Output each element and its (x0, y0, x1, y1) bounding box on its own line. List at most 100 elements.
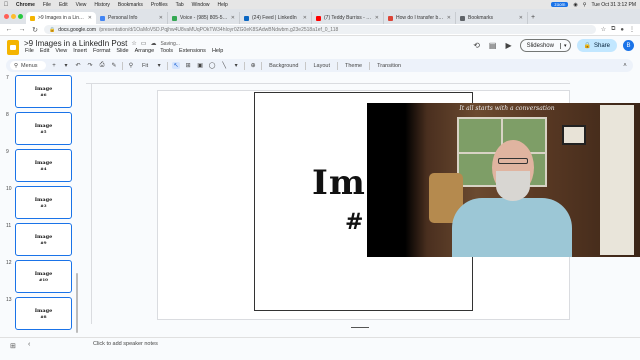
slide-thumbnail-item[interactable]: 12 Image #10 (0, 260, 82, 293)
slides-logo-icon[interactable] (7, 40, 19, 55)
mac-menu-file[interactable]: File (39, 2, 55, 8)
chevron-up-icon[interactable]: ˄ (621, 63, 629, 69)
chevron-down-icon[interactable]: ▾ (155, 62, 163, 69)
close-tab-icon[interactable]: ✕ (447, 15, 451, 21)
grid-view-icon[interactable]: ⊞ (10, 342, 16, 350)
close-tab-icon[interactable]: ✕ (519, 15, 523, 21)
browser-tab[interactable]: Bookmarks ✕ (456, 12, 528, 24)
menu-file[interactable]: File (22, 48, 37, 54)
slide-thumbnail-item[interactable]: 7 Image #6 (0, 75, 82, 108)
filmstrip-scrollbar[interactable] (76, 273, 78, 333)
star-icon[interactable]: ☆ (131, 40, 136, 47)
search-icon[interactable]: ⚲ (583, 2, 587, 8)
clock[interactable]: Tue Oct 31 3:12 PM (591, 2, 636, 8)
browser-tab[interactable]: Personal Info ✕ (96, 12, 168, 24)
close-tab-icon[interactable]: ✕ (303, 15, 307, 21)
chevron-down-icon[interactable]: ▾ (232, 62, 240, 69)
select-cursor-icon[interactable]: ↖ (172, 62, 181, 69)
slide-thumbnail[interactable]: Image #6 (15, 75, 72, 108)
meet-video-icon[interactable]: ▶ (504, 41, 514, 50)
apple-icon[interactable]:  (0, 2, 12, 8)
redo-icon[interactable]: ↷ (86, 62, 94, 69)
mac-menu-history[interactable]: History (90, 2, 114, 8)
mac-menu-tab[interactable]: Tab (172, 2, 188, 8)
mac-menu-window[interactable]: Window (188, 2, 214, 8)
undo-icon[interactable]: ↶ (74, 62, 82, 69)
browser-tab[interactable]: >9 Images in a LinkedIn P ✕ (26, 12, 96, 24)
comments-icon[interactable]: ▤ (488, 41, 498, 50)
maximize-window-icon[interactable] (18, 14, 23, 19)
browser-tab[interactable]: How do I transfer bookm ✕ (384, 12, 456, 24)
forward-icon[interactable]: → (18, 26, 26, 33)
back-icon[interactable]: ← (5, 26, 13, 33)
menu-format[interactable]: Format (90, 48, 113, 54)
menu-help[interactable]: Help (209, 48, 226, 54)
theme-button[interactable]: Theme (342, 63, 365, 69)
mac-menu-edit[interactable]: Edit (55, 2, 72, 8)
close-tab-icon[interactable]: ✕ (159, 15, 163, 21)
slide-thumbnail-item[interactable]: 13 Image #8 (0, 297, 82, 330)
profile-icon[interactable]: ● (620, 27, 624, 33)
browser-tab[interactable]: (7) Teddy Burriss - YouTu ✕ (312, 12, 384, 24)
menu-extensions[interactable]: Extensions (176, 48, 209, 54)
mac-menu-view[interactable]: View (72, 2, 91, 8)
transition-button[interactable]: Transition (374, 63, 404, 69)
browser-tab[interactable]: Voice - (985) 805-5389 ✕ (168, 12, 240, 24)
close-tab-icon[interactable]: ✕ (231, 15, 235, 21)
paint-format-icon[interactable]: ✎ (110, 62, 118, 69)
more-menu-icon[interactable]: ⋮ (629, 26, 635, 33)
slideshow-button[interactable]: Slideshow ▾ (519, 39, 571, 52)
wifi-icon[interactable]: ◉ (573, 2, 577, 8)
close-tab-icon[interactable]: ✕ (88, 15, 92, 21)
slide-subtitle-text[interactable]: # (345, 209, 363, 235)
close-tab-icon[interactable]: ✕ (375, 15, 379, 21)
image-icon[interactable]: ▣ (196, 62, 204, 69)
doc-title[interactable]: >9 Images in a LinkedIn Post (24, 39, 127, 48)
text-box-icon[interactable]: ⊞ (184, 62, 192, 69)
speaker-notes-input[interactable]: Click to add speaker notes (93, 341, 158, 347)
slide-thumbnail[interactable]: Image #10 (15, 260, 72, 293)
slide-thumbnail[interactable]: Image #5 (15, 112, 72, 145)
slide-thumbnail[interactable]: Image #8 (15, 297, 72, 330)
search-menus-input[interactable]: ⚲ Menus (10, 61, 46, 70)
zoom-icon[interactable]: ⚲ (127, 62, 135, 69)
share-button[interactable]: 🔒 Share (576, 39, 617, 52)
slide-thumbnail[interactable]: Image #9 (15, 223, 72, 256)
slide-thumbnail-item[interactable]: 11 Image #9 (0, 223, 82, 256)
slide-thumbnail[interactable]: Image #3 (15, 186, 72, 219)
new-tab-button[interactable]: + (528, 12, 538, 24)
mac-menu-bookmarks[interactable]: Bookmarks (114, 2, 147, 8)
chevron-down-icon[interactable]: ▾ (62, 62, 70, 69)
bookmark-star-icon[interactable]: ☆ (601, 26, 606, 33)
minimize-window-icon[interactable] (11, 14, 16, 19)
close-window-icon[interactable] (4, 14, 9, 19)
reload-icon[interactable]: ↻ (31, 26, 39, 34)
chevron-left-icon[interactable]: ‹ (28, 341, 30, 348)
slide-thumbnail-item[interactable]: 10 Image #3 (0, 186, 82, 219)
layout-button[interactable]: Layout (310, 63, 333, 69)
extensions-icon[interactable]: ⧉ (611, 26, 615, 33)
slide-thumbnail-item[interactable]: 9 Image #4 (0, 149, 82, 182)
line-icon[interactable]: ╲ (220, 62, 228, 69)
zoom-badge[interactable]: zoom (551, 2, 569, 7)
print-icon[interactable]: ⎙ (98, 62, 106, 69)
mac-menu-profiles[interactable]: Profiles (147, 2, 172, 8)
avatar[interactable]: B (623, 40, 634, 51)
zoom-select[interactable]: Fit (139, 63, 151, 69)
menu-insert[interactable]: Insert (70, 48, 90, 54)
shape-icon[interactable]: ◯ (208, 62, 216, 69)
menu-tools[interactable]: Tools (157, 48, 176, 54)
background-button[interactable]: Background (266, 63, 301, 69)
slide-thumbnail[interactable]: Image #4 (15, 149, 72, 182)
cloud-sync-icon[interactable]: ☁ (150, 40, 156, 47)
add-slide-icon[interactable]: + (50, 63, 58, 69)
comment-icon[interactable]: ⊕ (249, 62, 257, 69)
history-icon[interactable]: ⟲ (472, 41, 482, 50)
browser-tab[interactable]: (24) Feed | LinkedIn ✕ (240, 12, 312, 24)
menu-arrange[interactable]: Arrange (132, 48, 158, 54)
mac-menu-chrome[interactable]: Chrome (12, 2, 39, 8)
notes-resize-handle[interactable] (351, 327, 369, 328)
menu-edit[interactable]: Edit (37, 48, 52, 54)
url-input[interactable]: 🔒 docs.google.com /presentation/d/1OaMoV… (44, 25, 596, 34)
move-folder-icon[interactable]: ▭ (141, 40, 147, 47)
